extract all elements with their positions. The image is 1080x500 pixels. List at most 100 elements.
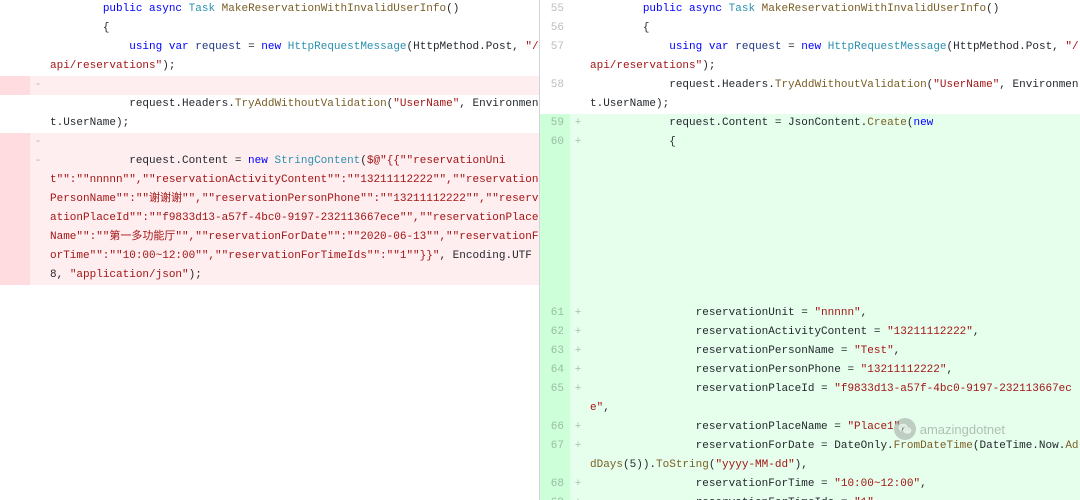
diff-marker xyxy=(570,285,586,304)
diff-line[interactable]: 61+ reservationUnit = "nnnnn", xyxy=(540,304,1080,323)
diff-line[interactable]: - request.Content = new StringContent($@… xyxy=(0,152,539,285)
diff-line[interactable] xyxy=(540,209,1080,228)
diff-line[interactable] xyxy=(540,171,1080,190)
line-number xyxy=(0,76,30,95)
diff-line[interactable]: 66+ reservationPlaceName = "Place1", xyxy=(540,418,1080,437)
line-number: 58 xyxy=(540,76,570,114)
line-number xyxy=(0,95,30,133)
code-content: request.Headers.TryAddWithoutValidation(… xyxy=(46,95,539,133)
diff-line[interactable]: 67+ reservationForDate = DateOnly.FromDa… xyxy=(540,437,1080,475)
diff-line[interactable]: 55 public async Task MakeReservationWith… xyxy=(540,0,1080,19)
diff-marker xyxy=(30,19,46,38)
diff-line[interactable]: 60+ { xyxy=(540,133,1080,152)
diff-line[interactable]: using var request = new HttpRequestMessa… xyxy=(0,38,539,76)
diff-marker: + xyxy=(570,361,586,380)
diff-old-pane[interactable]: public async Task MakeReservationWithInv… xyxy=(0,0,540,500)
diff-line[interactable]: request.Headers.TryAddWithoutValidation(… xyxy=(0,95,539,133)
diff-line[interactable]: 59+ request.Content = JsonContent.Create… xyxy=(540,114,1080,133)
line-number: 60 xyxy=(540,133,570,152)
line-number xyxy=(540,190,570,209)
diff-marker xyxy=(30,0,46,19)
line-number: 64 xyxy=(540,361,570,380)
diff-line[interactable]: 56 { xyxy=(540,19,1080,38)
code-content: public async Task MakeReservationWithInv… xyxy=(46,0,539,19)
diff-marker xyxy=(570,228,586,247)
line-number: 66 xyxy=(540,418,570,437)
diff-marker: + xyxy=(570,380,586,418)
diff-marker xyxy=(570,19,586,38)
diff-line[interactable] xyxy=(540,228,1080,247)
code-content: using var request = new HttpRequestMessa… xyxy=(586,38,1080,76)
code-content xyxy=(586,190,1080,209)
line-number xyxy=(540,247,570,266)
diff-line[interactable]: - xyxy=(0,76,539,95)
diff-marker: + xyxy=(570,323,586,342)
diff-marker: + xyxy=(570,114,586,133)
diff-marker xyxy=(570,171,586,190)
diff-line[interactable]: 65+ reservationPlaceId = "f9833d13-a57f-… xyxy=(540,380,1080,418)
code-content: reservationForDate = DateOnly.FromDateTi… xyxy=(586,437,1080,475)
code-content xyxy=(586,247,1080,266)
diff-marker: - xyxy=(30,133,46,152)
code-content: using var request = new HttpRequestMessa… xyxy=(46,38,539,76)
diff-marker xyxy=(570,152,586,171)
code-content xyxy=(586,285,1080,304)
diff-line[interactable] xyxy=(540,152,1080,171)
line-number xyxy=(540,266,570,285)
diff-line[interactable] xyxy=(540,266,1080,285)
line-number: 65 xyxy=(540,380,570,418)
code-content xyxy=(46,76,539,95)
line-number xyxy=(540,228,570,247)
diff-line[interactable]: 63+ reservationPersonName = "Test", xyxy=(540,342,1080,361)
code-content: reservationActivityContent = "1321111222… xyxy=(586,323,1080,342)
diff-container: public async Task MakeReservationWithInv… xyxy=(0,0,1080,500)
code-content: public async Task MakeReservationWithInv… xyxy=(586,0,1080,19)
code-content: reservationPlaceName = "Place1", xyxy=(586,418,1080,437)
line-number: 59 xyxy=(540,114,570,133)
line-number: 56 xyxy=(540,19,570,38)
diff-marker: + xyxy=(570,133,586,152)
diff-marker xyxy=(30,95,46,133)
diff-line[interactable] xyxy=(540,285,1080,304)
diff-line[interactable] xyxy=(540,190,1080,209)
code-content: reservationPersonName = "Test", xyxy=(586,342,1080,361)
line-number xyxy=(0,152,30,285)
line-number xyxy=(0,0,30,19)
diff-line[interactable]: 58 request.Headers.TryAddWithoutValidati… xyxy=(540,76,1080,114)
line-number: 63 xyxy=(540,342,570,361)
code-content: request.Content = new StringContent($@"{… xyxy=(46,152,539,285)
diff-line[interactable]: 64+ reservationPersonPhone = "1321111222… xyxy=(540,361,1080,380)
diff-marker xyxy=(570,266,586,285)
line-number xyxy=(540,171,570,190)
diff-marker: + xyxy=(570,304,586,323)
line-number: 68 xyxy=(540,475,570,494)
code-content xyxy=(586,228,1080,247)
line-number xyxy=(540,285,570,304)
diff-marker xyxy=(570,0,586,19)
code-content: reservationForTime = "10:00~12:00", xyxy=(586,475,1080,494)
code-content: { xyxy=(586,133,1080,152)
diff-line[interactable]: 62+ reservationActivityContent = "132111… xyxy=(540,323,1080,342)
line-number xyxy=(540,152,570,171)
line-number: 57 xyxy=(540,38,570,76)
code-content xyxy=(586,152,1080,171)
diff-line[interactable]: 57 using var request = new HttpRequestMe… xyxy=(540,38,1080,76)
code-content: reservationUnit = "nnnnn", xyxy=(586,304,1080,323)
diff-line[interactable]: public async Task MakeReservationWithInv… xyxy=(0,0,539,19)
diff-marker xyxy=(570,38,586,76)
diff-line[interactable]: { xyxy=(0,19,539,38)
line-number: 55 xyxy=(540,0,570,19)
diff-line[interactable] xyxy=(540,247,1080,266)
diff-line[interactable]: 68+ reservationForTime = "10:00~12:00", xyxy=(540,475,1080,494)
diff-marker: + xyxy=(570,342,586,361)
diff-marker xyxy=(570,209,586,228)
diff-marker xyxy=(30,38,46,76)
code-content: reservationPersonPhone = "13211112222", xyxy=(586,361,1080,380)
diff-new-pane[interactable]: 55 public async Task MakeReservationWith… xyxy=(540,0,1080,500)
diff-marker: + xyxy=(570,494,586,500)
diff-marker xyxy=(570,190,586,209)
diff-line[interactable]: - xyxy=(0,133,539,152)
diff-line[interactable]: 69+ reservationForTimeIds = "1" xyxy=(540,494,1080,500)
code-content: request.Content = JsonContent.Create(new xyxy=(586,114,1080,133)
code-content: request.Headers.TryAddWithoutValidation(… xyxy=(586,76,1080,114)
